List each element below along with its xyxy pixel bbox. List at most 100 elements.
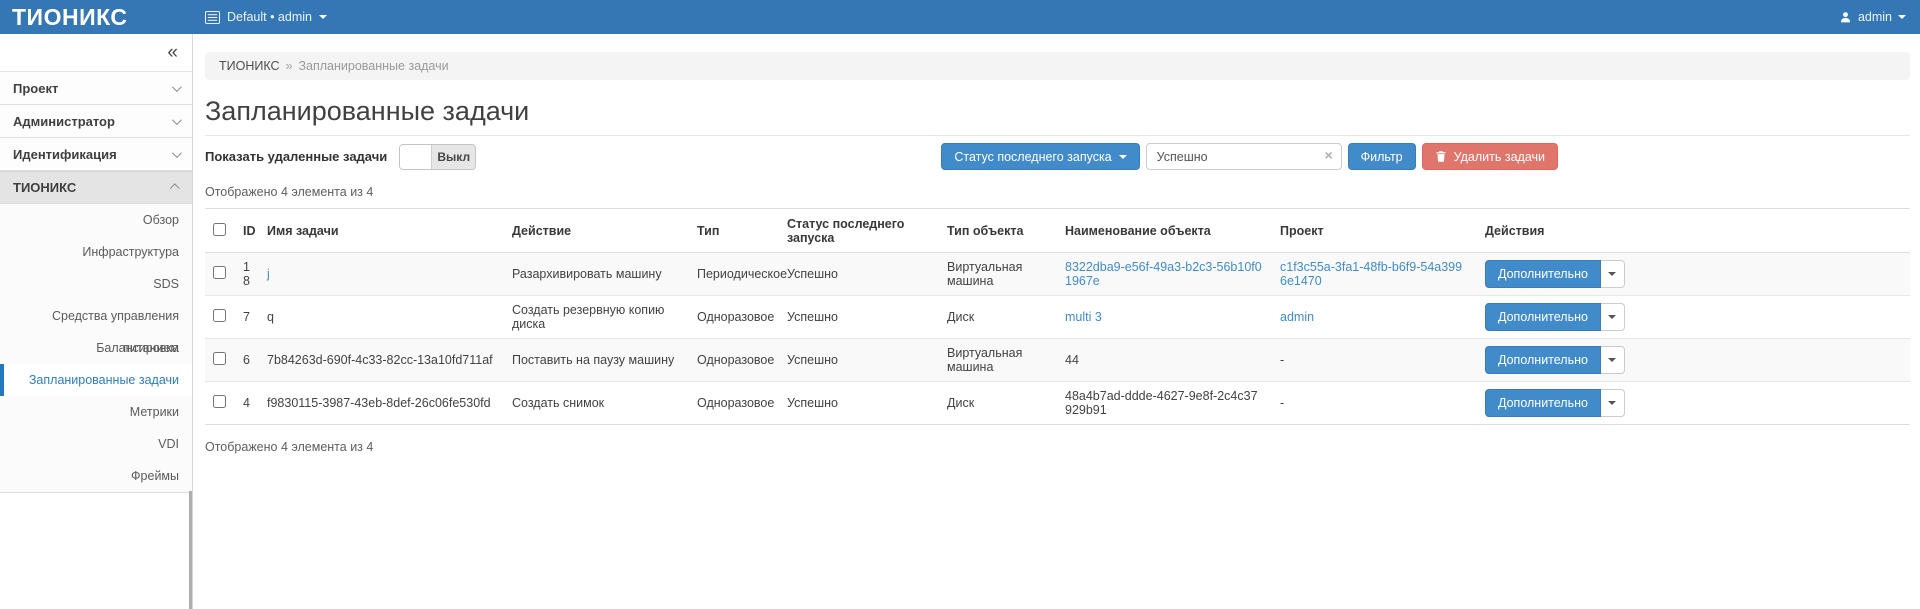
column-header-type: Тип <box>689 209 779 253</box>
cell-task-name: q <box>259 296 504 339</box>
table-header-row: ID Имя задачи Действие Тип Статус послед… <box>205 209 1910 253</box>
breadcrumb: ТИОНИКС»Запланированные задачи <box>205 52 1910 80</box>
cell-type: Одноразовое <box>689 382 779 425</box>
sidebar-item-vdi[interactable]: VDI <box>0 428 192 460</box>
sidebar-item-power-management[interactable]: Средства управления питанием <box>0 300 192 332</box>
column-header-object-type: Тип объекта <box>939 209 1057 253</box>
delete-tasks-button[interactable]: Удалить задачи <box>1422 143 1558 170</box>
more-actions-button[interactable]: Дополнительно <box>1485 346 1601 374</box>
column-header-status: Статус последнего запуска <box>779 209 939 253</box>
user-icon <box>1839 11 1852 24</box>
sidebar-item-frames[interactable]: Фреймы <box>0 460 192 492</box>
cell-status: Успешно <box>779 296 939 339</box>
sidebar-scrollbar[interactable] <box>189 491 192 609</box>
list-icon <box>205 11 220 24</box>
actions-dropdown-toggle[interactable] <box>1601 346 1625 374</box>
table-summary-bottom: Отображено 4 элемента из 4 <box>205 440 1910 454</box>
scheduled-tasks-table: ID Имя задачи Действие Тип Статус послед… <box>205 208 1910 425</box>
more-actions-button[interactable]: Дополнительно <box>1485 303 1601 331</box>
status-filter-dropdown[interactable]: Статус последнего запуска <box>941 143 1139 170</box>
title-divider <box>205 135 1910 136</box>
select-all-checkbox[interactable] <box>213 223 226 236</box>
cell-project: - <box>1272 382 1477 425</box>
chevron-down-icon <box>1608 358 1616 362</box>
toggle-on-segment <box>400 145 431 169</box>
trash-icon <box>1435 150 1447 163</box>
top-header-bar: ТИОНИКС Default • admin admin <box>0 0 1920 34</box>
column-header-project: Проект <box>1272 209 1477 253</box>
sidebar-collapse-button[interactable]: « <box>167 43 178 62</box>
row-checkbox[interactable] <box>213 266 226 279</box>
column-header-actions: Действия <box>1477 209 1910 253</box>
clear-search-icon[interactable]: × <box>1324 148 1332 162</box>
sidebar-section-tionix[interactable]: ТИОНИКС <box>0 171 192 204</box>
sidebar-item-infrastructure[interactable]: Инфраструктура <box>0 236 192 268</box>
cell-object-type: Виртуальная машина <box>939 339 1057 382</box>
chevron-down-icon <box>172 148 182 158</box>
object-name-link[interactable]: multi 3 <box>1065 310 1102 324</box>
show-deleted-toggle[interactable]: Выкл <box>399 144 476 170</box>
sidebar-section-project[interactable]: Проект <box>0 72 192 105</box>
cell-action: Поставить на паузу машину <box>504 339 689 382</box>
sidebar-item-metrics[interactable]: Метрики <box>0 396 192 428</box>
cell-id: 7 <box>235 296 259 339</box>
cell-project: - <box>1272 339 1477 382</box>
column-header-id: ID <box>235 209 259 253</box>
cell-type: Одноразовое <box>689 296 779 339</box>
sidebar-item-scheduled-tasks[interactable]: Запланированные задачи <box>0 364 192 396</box>
project-link[interactable]: c1f3c55a-3fa1-48fb-b6f9-54a3996e1470 <box>1280 260 1462 288</box>
cell-action: Создать резервную копию диска <box>504 296 689 339</box>
cell-status: Успешно <box>779 339 939 382</box>
brand-logo: ТИОНИКС <box>12 4 127 30</box>
chevron-down-icon <box>1608 401 1616 405</box>
cell-object-type: Диск <box>939 296 1057 339</box>
chevron-down-icon <box>1608 315 1616 319</box>
filter-button[interactable]: Фильтр <box>1348 143 1416 170</box>
actions-dropdown-toggle[interactable] <box>1601 303 1625 331</box>
column-header-action: Действие <box>504 209 689 253</box>
toggle-off-segment: Выкл <box>431 145 475 169</box>
row-checkbox[interactable] <box>213 352 226 365</box>
cell-object-name: 48a4b7ad-ddde-4627-9e8f-2c4c37929b91 <box>1057 382 1272 425</box>
cell-type: Периодическое <box>689 253 779 296</box>
sidebar-item-balancing[interactable]: Балансировка <box>0 332 192 364</box>
breadcrumb-root-link[interactable]: ТИОНИКС <box>219 59 280 73</box>
cell-task-name: f9830115-3987-43eb-8def-26c06fe530fd <box>259 382 504 425</box>
sidebar-section-identity[interactable]: Идентификация <box>0 138 192 171</box>
sidebar-item-overview[interactable]: Обзор <box>0 204 192 236</box>
show-deleted-label: Показать удаленные задачи <box>205 149 387 164</box>
context-label: Default • admin <box>227 10 312 24</box>
object-name-link[interactable]: 8322dba9-e56f-49a3-b2c3-56b10f01967e <box>1065 260 1262 288</box>
row-checkbox[interactable] <box>213 395 226 408</box>
more-actions-button[interactable]: Дополнительно <box>1485 260 1601 288</box>
filter-search-input[interactable] <box>1146 143 1342 170</box>
cell-status: Успешно <box>779 253 939 296</box>
page-title: Запланированные задачи <box>205 95 1910 128</box>
cell-action: Разархивировать машину <box>504 253 689 296</box>
chevron-down-icon <box>172 115 182 125</box>
breadcrumb-current: Запланированные задачи <box>298 59 448 73</box>
chevron-down-icon <box>1608 272 1616 276</box>
column-header-object-name: Наименование объекта <box>1057 209 1272 253</box>
project-link[interactable]: admin <box>1280 310 1314 324</box>
cell-type: Одноразовое <box>689 339 779 382</box>
cell-id: 18 <box>235 253 259 296</box>
table-row: 18 j Разархивировать машину Периодическо… <box>205 253 1910 296</box>
table-toolbar: Показать удаленные задачи Выкл Статус по… <box>205 143 1910 170</box>
user-menu[interactable]: admin <box>1839 10 1906 24</box>
sidebar-item-sds[interactable]: SDS <box>0 268 192 300</box>
column-header-name: Имя задачи <box>259 209 504 253</box>
actions-dropdown-toggle[interactable] <box>1601 389 1625 417</box>
row-checkbox[interactable] <box>213 309 226 322</box>
task-name-link[interactable]: j <box>267 267 270 281</box>
table-row: 7 q Создать резервную копию диска Однора… <box>205 296 1910 339</box>
actions-dropdown-toggle[interactable] <box>1601 260 1625 288</box>
table-row: 6 7b84263d-690f-4c33-82cc-13a10fd711af П… <box>205 339 1910 382</box>
cell-object-type: Виртуальная машина <box>939 253 1057 296</box>
sidebar-section-admin[interactable]: Администратор <box>0 105 192 138</box>
table-summary-top: Отображено 4 элемента из 4 <box>205 185 1910 199</box>
cell-task-name: 7b84263d-690f-4c33-82cc-13a10fd711af <box>259 339 504 382</box>
sidebar: « Проект Администратор Идентификация ТИО… <box>0 34 193 609</box>
more-actions-button[interactable]: Дополнительно <box>1485 389 1601 417</box>
project-context-switcher[interactable]: Default • admin <box>205 10 327 24</box>
